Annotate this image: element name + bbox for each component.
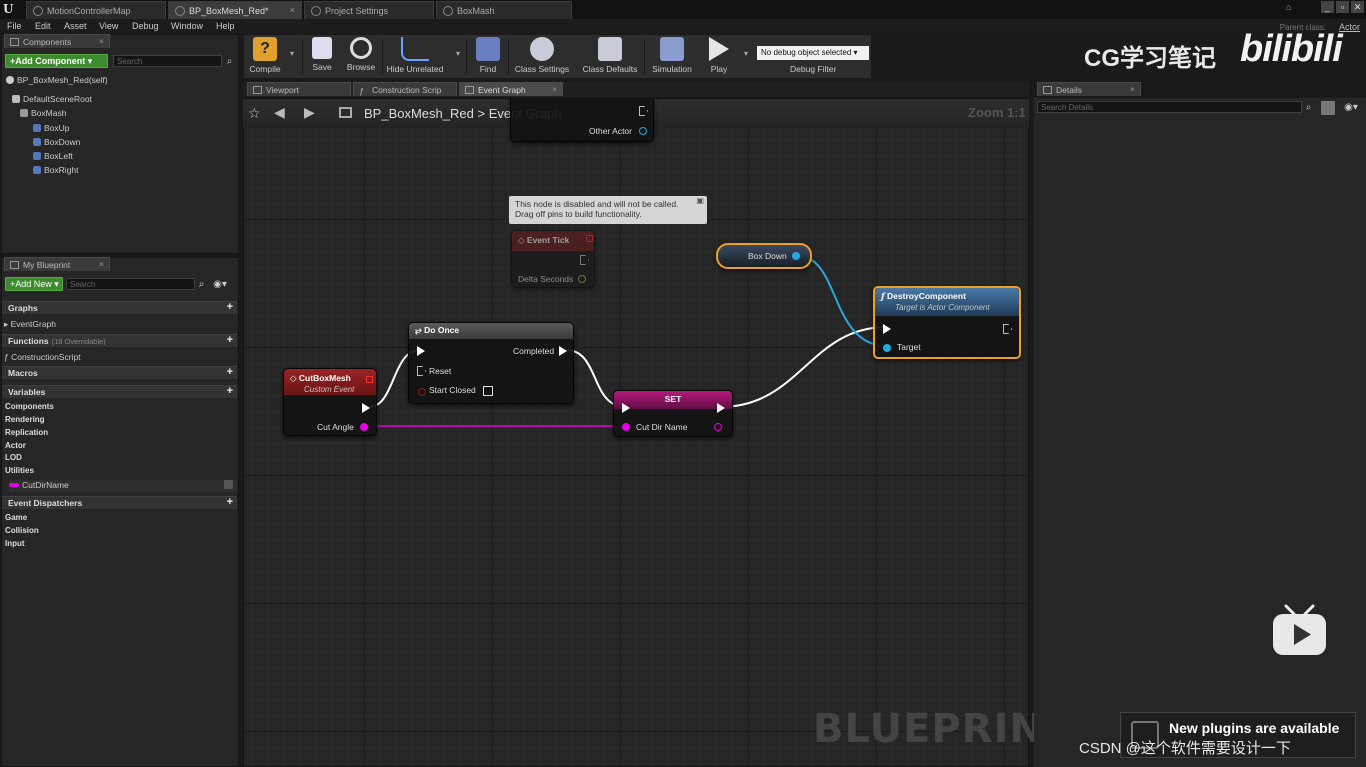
node-header: ⥂ Do Once — [409, 323, 573, 339]
target-pin[interactable] — [883, 344, 891, 352]
start-closed-checkbox[interactable] — [483, 386, 493, 396]
pin-label: Other Actor — [589, 126, 632, 136]
node-title: Event Tick — [526, 235, 570, 245]
site-watermark-logo: CG学习笔记 — [1084, 45, 1216, 72]
pin-comment-icon[interactable]: ▣ — [696, 196, 704, 205]
string-out-pin[interactable] — [714, 423, 722, 431]
node-title: DestroyComponent — [887, 291, 966, 301]
exec-in-pin[interactable] — [417, 346, 425, 356]
tv-play-icon[interactable] — [1272, 604, 1327, 656]
node-do-once[interactable]: ⥂ Do Once Completed Reset Start Closed — [408, 322, 574, 404]
bool-pin[interactable] — [418, 388, 426, 396]
comment-line: Drag off pins to build functionality. — [515, 209, 642, 219]
node-subtitle: Custom Event — [304, 385, 355, 394]
pin-label: Target — [897, 342, 921, 352]
reset-exec-pin[interactable] — [417, 366, 426, 376]
eye-view-options-icon[interactable]: ◉▾ — [1340, 102, 1362, 113]
node-title: CutBoxMesh — [298, 373, 351, 383]
node-title: Box Down — [748, 251, 787, 261]
object-pin[interactable] — [639, 127, 647, 135]
exec-out-pin[interactable] — [580, 255, 589, 265]
tab-label: Details — [1056, 85, 1082, 95]
node-header: ◇ Event Tick — [512, 231, 594, 251]
exec-out-pin[interactable] — [639, 106, 648, 116]
search-icon[interactable]: ⌕ — [1303, 102, 1314, 113]
property-matrix-icon[interactable] — [1321, 101, 1335, 115]
node-custom-event-cutboxmesh[interactable]: ◇ CutBoxMesh Custom Event Cut Angle — [283, 368, 377, 436]
details-search-input[interactable]: Search Details — [1037, 101, 1302, 113]
node-header: ◇ CutBoxMesh Custom Event — [284, 369, 376, 395]
pin-label: Reset — [429, 366, 452, 376]
pin-label: Completed — [513, 346, 555, 356]
disabled-node-comment: This node is disabled and will not be ca… — [509, 196, 707, 224]
csdn-watermark: CSDN @这个软件需要设计一下 — [1079, 740, 1291, 757]
node-partial-collision-event[interactable]: Other Actor — [510, 98, 654, 142]
exec-out-pin[interactable] — [362, 403, 370, 413]
exec-in-pin[interactable] — [883, 324, 891, 334]
node-get-boxdown[interactable]: Box Down — [716, 243, 812, 269]
exec-out-pin[interactable] — [1003, 324, 1012, 334]
node-destroy-component[interactable]: ƒ DestroyComponent Target is Actor Compon… — [873, 286, 1021, 359]
exec-out-pin[interactable] — [717, 403, 725, 413]
node-header: SET — [614, 391, 732, 409]
node-subtitle: Target is Actor Component — [895, 303, 990, 312]
node-set-cutdirname[interactable]: SET Cut Dir Name — [613, 390, 733, 437]
node-title: Do Once — [424, 325, 460, 335]
details-icon — [1043, 86, 1052, 94]
pin-label: Delta Seconds — [518, 274, 574, 284]
node-header: ƒ DestroyComponent Target is Actor Compon… — [875, 288, 1019, 316]
exec-in-pin[interactable] — [622, 403, 630, 413]
notification-title: New plugins are available — [1169, 720, 1340, 736]
exec-out-pin[interactable] — [559, 346, 567, 356]
details-panel — [1034, 98, 1366, 767]
node-title: SET — [664, 394, 682, 404]
string-pin[interactable] — [360, 423, 368, 431]
node-event-tick[interactable]: ◇ Event Tick Delta Seconds — [511, 230, 595, 288]
pin-label: Cut Angle — [317, 422, 354, 432]
bilibili-logo: bilibili — [1240, 28, 1343, 70]
delegate-pin[interactable] — [366, 376, 373, 383]
float-pin[interactable] — [578, 275, 586, 283]
delegate-pin[interactable] — [586, 235, 593, 242]
pin-label: Cut Dir Name — [636, 422, 688, 432]
string-in-pin[interactable] — [622, 423, 630, 431]
object-out-pin[interactable] — [792, 252, 800, 260]
close-tab-icon[interactable]: × — [1130, 84, 1135, 94]
pin-label: Start Closed — [429, 385, 476, 395]
tab-details[interactable]: Details × — [1037, 82, 1141, 96]
comment-line: This node is disabled and will not be ca… — [515, 199, 679, 209]
